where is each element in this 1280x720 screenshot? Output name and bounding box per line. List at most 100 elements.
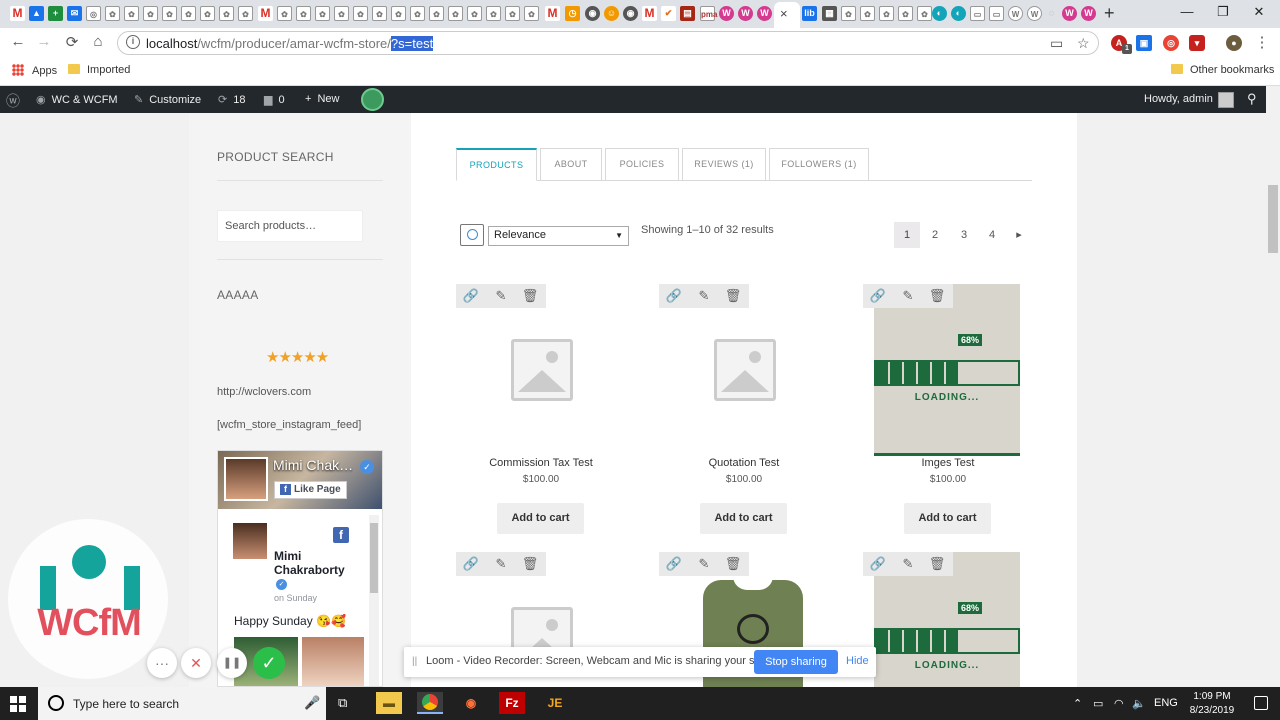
site-tab-icon[interactable]: ✿ [277, 6, 292, 21]
stop-sharing-button[interactable]: Stop sharing [754, 650, 838, 674]
product-title[interactable]: Imges Test [863, 457, 1033, 469]
task-view-icon[interactable]: ⧉ [338, 695, 347, 711]
home-icon[interactable]: ⌂ [87, 33, 109, 50]
tab-close-icon[interactable]: × [780, 6, 788, 21]
product-title[interactable]: Quotation Test [659, 457, 829, 469]
orange-tab-icon[interactable]: ◷ [565, 6, 580, 21]
site-tab-icon[interactable]: ◐ [951, 6, 966, 21]
system-clock[interactable]: 1:09 PM 8/23/2019 [1182, 690, 1242, 718]
fb-like-page-button[interactable]: f Like Page [274, 481, 347, 499]
link-icon[interactable]: 🔗 [869, 555, 887, 573]
site-tab-icon[interactable]: ✿ [524, 6, 539, 21]
loom-more-button[interactable]: ··· [147, 648, 177, 678]
add-to-cart-button[interactable]: Add to cart [497, 503, 584, 534]
next-page-icon[interactable]: ▸ [1006, 222, 1032, 248]
product-image[interactable] [466, 284, 612, 456]
wcfm-tab-icon[interactable]: W [757, 6, 772, 21]
site-tab-icon[interactable]: ✿ [860, 6, 875, 21]
product-search-input[interactable]: Search products… [217, 210, 363, 242]
github-tab-icon[interactable]: ◉ [623, 6, 638, 21]
chrome-taskbar-icon[interactable] [417, 692, 443, 714]
reload-icon[interactable]: ⟳ [61, 33, 83, 51]
add-to-cart-button[interactable]: Add to cart [700, 503, 787, 534]
wcfm-store-avatar[interactable] [361, 88, 384, 111]
drag-handle-icon[interactable]: || [412, 656, 417, 667]
link-icon[interactable]: 🔗 [462, 287, 480, 305]
fb-scrollbar-thumb[interactable] [370, 523, 378, 593]
edit-icon[interactable]: ✎ [695, 555, 713, 573]
site-tab-icon[interactable]: ✿ [143, 6, 158, 21]
search-icon[interactable]: ⚲ [1247, 91, 1257, 107]
file-explorer-icon[interactable]: ▬ [376, 692, 402, 714]
windows-start-icon[interactable] [10, 696, 26, 712]
chrome-menu-icon[interactable]: ⋮ [1251, 33, 1273, 51]
site-tab-icon[interactable]: ✿ [315, 6, 330, 21]
site-tab-icon[interactable]: ◎ [86, 6, 101, 21]
orderby-select[interactable]: Relevance ▼ [488, 226, 629, 246]
trash-icon[interactable]: 🗑 [521, 555, 539, 573]
updates-link[interactable]: ⟳ 18 [218, 93, 245, 106]
site-tab-icon[interactable]: ✿ [879, 6, 894, 21]
store-view-icon[interactable] [460, 224, 484, 246]
pocket-icon[interactable]: ▾ [1189, 35, 1205, 51]
page-scrollbar-thumb[interactable] [1268, 185, 1278, 253]
site-name-link[interactable]: ◉ WC & WCFM [36, 93, 118, 106]
site-tab-icon[interactable]: ✿ [448, 6, 463, 21]
edit-icon[interactable]: ✎ [492, 287, 510, 305]
fb-profile-picture[interactable] [224, 457, 268, 501]
microphone-icon[interactable]: 🎤 [304, 695, 320, 711]
wordpress-tab-icon[interactable]: W [1027, 6, 1042, 21]
wcfm-tab-icon[interactable]: W [719, 6, 734, 21]
chrome-extension-icon[interactable]: ◎ [1163, 35, 1179, 51]
site-tab-icon[interactable]: ✿ [391, 6, 406, 21]
site-tab-icon[interactable]: ✿ [898, 6, 913, 21]
site-tab-icon[interactable]: lib [802, 6, 817, 21]
site-tab-icon[interactable]: ✔ [661, 6, 676, 21]
maximize-button[interactable]: ❐ [1208, 4, 1238, 20]
wcfm-tab-icon[interactable]: W [1081, 6, 1096, 21]
product-image[interactable]: 68% LOADING... [874, 284, 1020, 456]
loom-finish-button[interactable]: ✓ [253, 647, 285, 679]
bookmark-star-icon[interactable]: ☆ [1077, 35, 1090, 52]
loading-tab-icon[interactable]: ◌ [1044, 6, 1059, 21]
link-icon[interactable]: 🔗 [665, 287, 683, 305]
site-tab-icon[interactable]: ✿ [486, 6, 501, 21]
forward-icon[interactable]: → [33, 33, 55, 50]
gmail-tab-icon[interactable]: M [642, 6, 657, 21]
jetbrains-taskbar-icon[interactable]: JE [542, 692, 568, 714]
product-title[interactable]: Commission Tax Test [456, 457, 626, 469]
firefox-taskbar-icon[interactable]: ◉ [458, 692, 484, 714]
trash-icon[interactable]: 🗑 [928, 555, 946, 573]
site-tab-icon[interactable]: ◐ [932, 6, 947, 21]
site-tab-icon[interactable]: ✿ [410, 6, 425, 21]
loom-pause-button[interactable]: ❚❚ [217, 648, 247, 678]
tab-reviews[interactable]: REVIEWS (1) [682, 148, 766, 181]
gmail-tab-icon[interactable]: M [10, 6, 25, 21]
site-tab-icon[interactable]: ✿ [429, 6, 444, 21]
wordpress-logo-icon[interactable]: ⓦ [6, 91, 20, 111]
fb-post-image[interactable] [302, 637, 364, 686]
wifi-icon[interactable]: ◠ [1114, 697, 1124, 710]
page-number[interactable]: 4 [979, 222, 1005, 248]
bookmark-apps[interactable]: Apps [12, 64, 57, 77]
drive-tab-icon[interactable]: ▲ [29, 6, 44, 21]
tab-products[interactable]: PRODUCTS [456, 148, 537, 181]
link-icon[interactable]: 🔗 [462, 555, 480, 573]
site-tab-icon[interactable]: ✿ [105, 6, 120, 21]
language-indicator[interactable]: ENG [1154, 697, 1178, 709]
site-info-icon[interactable]: i [126, 35, 140, 49]
url-text[interactable]: localhost/wcfm/producer/amar-wcfm-store/… [146, 36, 434, 51]
facebook-logo-icon[interactable]: f [333, 527, 349, 543]
gmail-tab-icon[interactable]: M [545, 6, 560, 21]
page-number[interactable]: 2 [922, 222, 948, 248]
wcfm-tab-icon[interactable]: W [738, 6, 753, 21]
edit-icon[interactable]: ✎ [492, 555, 510, 573]
site-tab-icon[interactable]: ✿ [296, 6, 311, 21]
edit-icon[interactable]: ✎ [695, 287, 713, 305]
new-content-link[interactable]: + New [305, 93, 339, 105]
site-tab-icon[interactable]: ▦ [822, 6, 837, 21]
site-tab-icon[interactable]: ✿ [124, 6, 139, 21]
site-tab-icon[interactable]: ✿ [467, 6, 482, 21]
battery-icon[interactable]: ▭ [1093, 697, 1103, 710]
filezilla-taskbar-icon[interactable]: Fz [499, 692, 525, 714]
